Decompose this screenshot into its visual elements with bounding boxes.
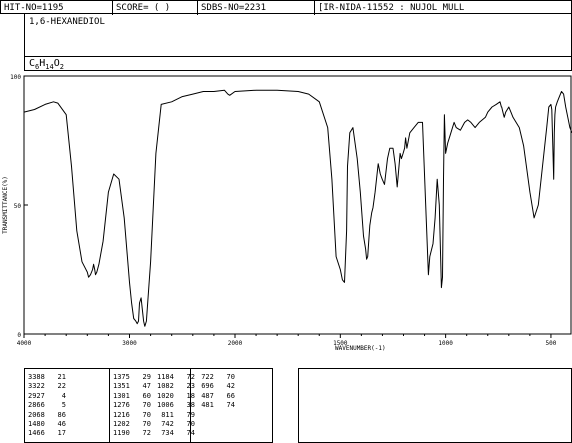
x-axis-label: WAVENUMBER(-1) (335, 345, 386, 352)
peak-row: 1301 60 (113, 391, 151, 400)
peak-row: 1190 72 (113, 429, 151, 438)
peak-row: 2866 5 (28, 401, 66, 410)
peak-row: 1202 70 (113, 420, 151, 429)
peak-table: 3388 21 3322 22 2927 4 2866 5 2068 86 1480 46… (24, 368, 273, 443)
peak-row: 1480 46 (28, 420, 66, 429)
peak-row: 742 70 (157, 420, 195, 429)
peak-row: 3322 22 (28, 382, 66, 391)
peak-row: 722 70 (197, 373, 235, 381)
y-tick-label: 50 (14, 203, 22, 210)
x-tick-label: 500 (546, 340, 557, 347)
peak-row: 1082 23 (157, 382, 195, 391)
empty-panel (298, 368, 572, 443)
peak-row: 481 74 (197, 401, 235, 410)
y-axis-label: TRANSMITTANCE(%) (2, 176, 9, 234)
peak-row: 811 79 (157, 410, 195, 419)
peak-column: 722 70 696 42 487 66 481 74 (197, 373, 235, 411)
x-tick-label: 3000 (122, 340, 137, 347)
peak-row: 2927 4 (28, 391, 66, 400)
peak-column: 3388 21 3322 22 2927 4 2866 5 2068 86 1480 46… (28, 373, 66, 439)
peak-row: 1020 18 (157, 391, 195, 400)
ir-spectrum-chart: 0501004000 3000 2000 1500 1000 500WAVENUMBER(… (2, 74, 572, 352)
peak-row: 1466 17 (28, 429, 66, 438)
peak-row: 1351 47 (113, 382, 151, 391)
peak-row: 734 74 (157, 429, 195, 438)
plot-frame (23, 75, 572, 335)
y-tick-label: 100 (10, 74, 21, 81)
peak-table-divider (109, 369, 110, 442)
x-tick-label: 4000 (17, 340, 32, 347)
peak-row: 1276 70 (113, 401, 151, 410)
peak-row: 696 42 (197, 382, 235, 391)
peak-row: 1006 38 (157, 401, 195, 410)
peak-row: 1375 29 (113, 373, 151, 381)
peak-column: 1375 29 1351 47 1301 60 1276 70 1216 70 1202 … (113, 373, 151, 439)
peak-row: 1184 72 (157, 373, 195, 381)
peak-row: 1216 70 (113, 410, 151, 419)
peak-row: 487 66 (197, 391, 235, 400)
peak-row: 3388 21 (28, 373, 66, 381)
x-tick-label: 2000 (228, 340, 243, 347)
peak-column: 1184 72 1082 23 1020 18 1006 38 811 79 742 … (157, 373, 195, 439)
peak-row: 2068 86 (28, 410, 66, 419)
spectrum-line (23, 89, 572, 327)
y-tick-label: 0 (17, 332, 21, 339)
x-tick-label: 1000 (438, 340, 453, 347)
